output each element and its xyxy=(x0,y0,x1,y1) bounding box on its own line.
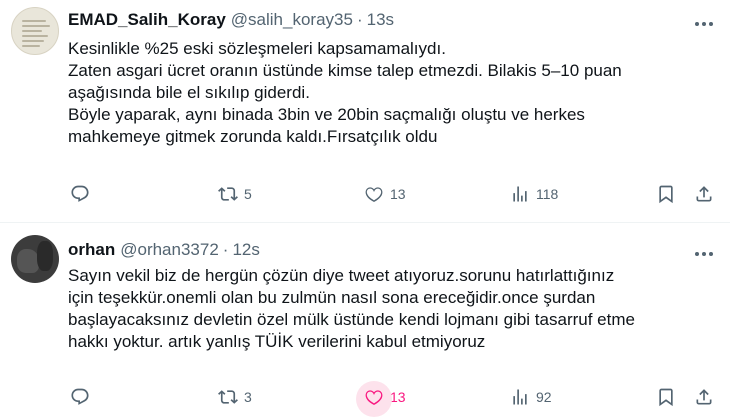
retweet-button[interactable]: 3 xyxy=(218,383,252,411)
tweet-text-line: mahkemeye gitmek zorunda kaldı.Fırsatçıl… xyxy=(68,127,438,146)
share-button[interactable] xyxy=(694,180,714,208)
display-name[interactable]: orhan xyxy=(68,240,115,260)
tweet-text-line: aşağısında bile el sıkılıp giderdi. xyxy=(68,83,310,102)
timestamp[interactable]: 12s xyxy=(232,240,259,260)
tweet-text-line: için teşekkür.onemli olan bu zulmün nası… xyxy=(68,288,596,307)
tweet-text-line: Kesinlikle %25 eski sözleşmeleri kapsama… xyxy=(68,39,446,58)
tweet-actions: 5 13 118 xyxy=(68,180,718,208)
more-options-button[interactable] xyxy=(692,244,716,264)
user-handle[interactable]: @orhan3372 xyxy=(120,240,219,260)
avatar-image xyxy=(22,17,50,50)
retweet-button[interactable]: 5 xyxy=(218,180,252,208)
tweet-text-line: Zaten asgari ücret oranın üstünde kimse … xyxy=(68,61,622,80)
tweet-text-line: Sayın vekil biz de hergün çözün diye twe… xyxy=(68,266,615,285)
tweet-text: Kesinlikle %25 eski sözleşmeleri kapsama… xyxy=(68,38,718,148)
timestamp[interactable]: 13s xyxy=(367,10,394,30)
more-options-button[interactable] xyxy=(692,14,716,34)
retweet-count: 3 xyxy=(244,389,252,405)
like-count: 13 xyxy=(390,389,406,405)
reply-icon xyxy=(70,184,90,204)
user-handle[interactable]: @salih_koray35 xyxy=(231,10,353,30)
reply-button[interactable] xyxy=(70,180,90,208)
like-count: 13 xyxy=(390,186,406,202)
tweet-text-line: hakkı yoktur. artık yanlış TÜİK verileri… xyxy=(68,332,486,351)
retweet-count: 5 xyxy=(244,186,252,202)
bookmark-icon xyxy=(656,387,676,407)
bookmark-button[interactable] xyxy=(656,383,676,411)
more-icon xyxy=(695,252,699,256)
retweet-icon xyxy=(218,387,238,407)
tweet-header: EMAD_Salih_Koray @salih_koray35 · 13s xyxy=(68,10,394,30)
views-count: 92 xyxy=(536,389,552,405)
share-icon xyxy=(694,387,714,407)
bookmark-icon xyxy=(656,184,676,204)
display-name[interactable]: EMAD_Salih_Koray xyxy=(68,10,226,30)
views-icon xyxy=(510,387,530,407)
tweet-actions: 3 13 92 xyxy=(68,381,718,417)
avatar[interactable] xyxy=(11,7,59,55)
reply-icon xyxy=(70,387,90,407)
bookmark-button[interactable] xyxy=(656,180,676,208)
share-icon xyxy=(694,184,714,204)
reply-button[interactable] xyxy=(70,383,90,411)
share-button[interactable] xyxy=(694,383,714,411)
tweet-text: Sayın vekil biz de hergün çözün diye twe… xyxy=(68,265,718,353)
tweet-header: orhan @orhan3372 · 12s xyxy=(68,240,260,260)
like-button[interactable]: 13 xyxy=(356,381,406,417)
separator-dot: · xyxy=(222,240,229,259)
heart-icon xyxy=(364,184,384,204)
tweet-text-line: Böyle yaparak, aynı binada 3bin ve 20bin… xyxy=(68,105,585,124)
more-icon xyxy=(695,22,699,26)
like-button[interactable]: 13 xyxy=(364,180,406,208)
avatar[interactable] xyxy=(11,235,59,283)
tweet-text-line: başlayacaksınız devletin özel mülk üstün… xyxy=(68,310,635,329)
views-icon xyxy=(510,184,530,204)
views-button[interactable]: 118 xyxy=(510,180,558,208)
views-count: 118 xyxy=(536,186,559,202)
heart-icon xyxy=(356,381,392,417)
separator-dot: · xyxy=(356,10,363,29)
avatar-image xyxy=(17,249,39,273)
retweet-icon xyxy=(218,184,238,204)
views-button[interactable]: 92 xyxy=(510,383,552,411)
